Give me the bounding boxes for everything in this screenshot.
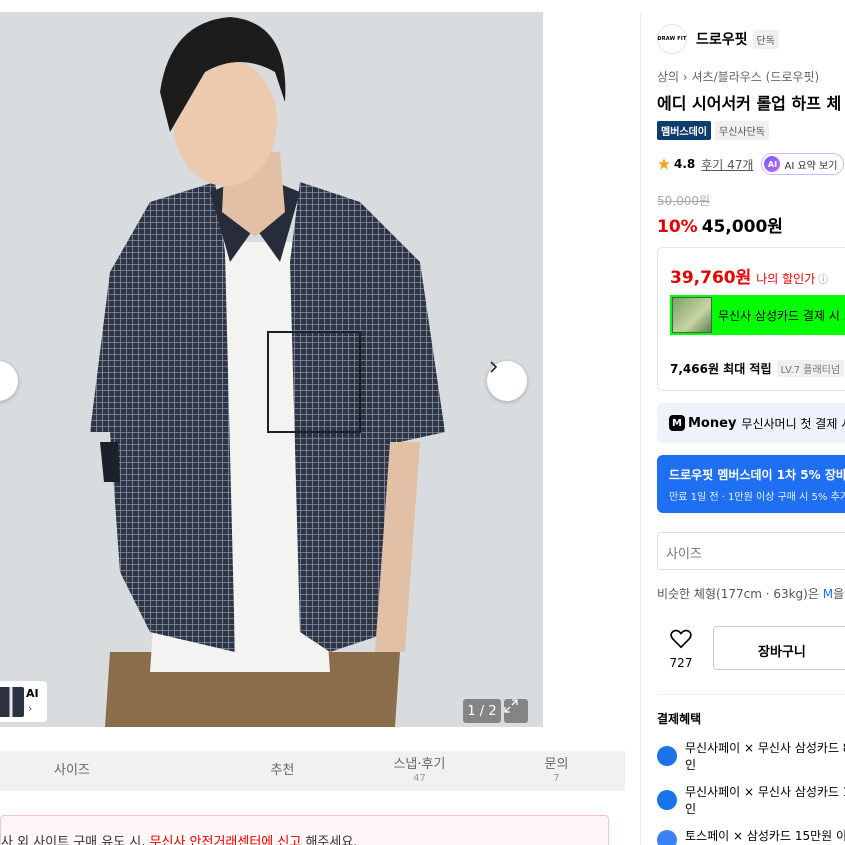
chevron-right-icon [490,361,498,373]
musinsa-money-banner[interactable]: M Money 무신사머니 첫 결제 시 [657,403,845,443]
benefit-line1: 무신사페이 × 무신사 삼성카드 1 [685,785,845,799]
notice-suffix: 해주세요. [301,835,358,845]
max-points: 7,466원 최대 적립 [670,362,772,376]
rating-row: 4.8 후기 47개 AI AI 요약 보기 [657,153,845,175]
safety-notice: 사 외 사이트 구매 유도 시, 무신사 안전거래센터에 신고 해주세요. [0,815,609,845]
ai-summary-label: AI 요약 보기 [784,160,838,172]
card-promo-banner[interactable]: 무신사 삼성카드 결제 시 5 [670,295,845,335]
heart-icon [670,629,692,649]
ai-icon: AI [764,156,781,172]
coupon-title: 드로우핏 멤버스데이 1차 5% 장바 [669,468,845,482]
product-title: 에디 시어서커 롤업 하프 체 [657,94,842,113]
similar-suffix: 을 구 [833,587,845,601]
samsung-card-icon [657,746,677,766]
ai-summary-button[interactable]: AI AI 요약 보기 [761,153,845,175]
rating-score: 4.8 [674,157,696,171]
expand-icon [504,699,518,713]
notice-prefix: 사 외 사이트 구매 유도 시, [1,835,150,845]
benefit-line1: 토스페이 × 삼성카드 15만원 이 [685,829,845,843]
column-divider [640,12,641,845]
like-button[interactable]: 727 [669,629,693,670]
product-info-panel: DRAW FIT 드로우핏 단독 상의 › 셔츠/블라우스 (드로우핏) 에디 … [657,0,845,845]
exclusive-badge: 무신사단독 [715,121,769,140]
my-price-label: 나의 할인가 [756,272,816,286]
brand-name[interactable]: 드로우핏 [696,29,748,49]
sale-price: 45,000원 [701,217,783,237]
chevron-right-icon: › [682,70,692,84]
ai-label: AI [26,687,39,700]
review-count-link[interactable]: 후기 47개 [701,156,753,173]
money-text: 무신사머니 첫 결제 시 [741,416,845,431]
thumbnail-image [0,686,24,717]
payment-benefits-title: 결제혜택 [657,712,702,726]
tab-label: 사이즈 [54,762,90,778]
benefit-line2: 인 [685,758,697,772]
similar-body-recommendation: 비슷한 체형(177cm · 63kg)은 M을 구 [657,585,845,602]
tab-size[interactable]: 사이즈 [0,751,214,791]
size-select[interactable]: 사이즈 [657,532,845,570]
model-photo [90,17,445,727]
points-row: 7,466원 최대 적립 LV.7 플래티넘 [670,360,845,377]
tab-label: 스냅·후기 [393,757,446,773]
my-price-row: 39,760원 나의 할인가 ⓘ [670,263,828,288]
breadcrumb: 상의 › 셔츠/블라우스 (드로우핏) [657,68,819,85]
product-tabs: 사이즈 추천 스냅·후기 47 문의 7 [0,751,625,791]
price-row: 10% 45,000원 [657,212,783,237]
member-level-badge: LV.7 플래티넘 [776,360,845,377]
similar-prefix: 비슷한 체형(177cm · 63kg)은 [657,587,823,601]
benefit-line1: 무신사페이 × 무신사 삼성카드 8 [685,741,845,755]
divider [657,694,845,695]
brand-logo: DRAW FIT [657,24,687,54]
product-badges: 멤버스데이 무신사단독 [657,121,769,140]
coupon-banner[interactable]: 드로우핏 멤버스데이 1차 5% 장바 만료 1일 전 · 1만원 이상 구매 … [657,455,845,513]
money-logo-icon: M [669,415,685,431]
benefit-box: 39,760원 나의 할인가 ⓘ 무신사 삼성카드 결제 시 5 7,466원 … [657,247,845,391]
breadcrumb-level1[interactable]: 상의 [657,70,679,84]
like-count: 727 [669,656,693,670]
tab-reviews[interactable]: 스냅·후기 47 [351,751,488,791]
star-icon [658,158,670,170]
ai-fitting-thumbnail[interactable]: AI › [0,681,47,722]
card-image [672,297,712,333]
membersday-badge: 멤버스데이 [657,121,711,140]
discount-rate: 10% [657,217,698,237]
next-image-button[interactable] [487,361,527,401]
tab-count: 7 [553,772,560,784]
samsung-card-icon [657,790,677,810]
product-image[interactable]: AI › 1 / 2 [0,12,543,727]
image-counter: 1 / 2 [463,699,501,723]
info-icon[interactable]: ⓘ [818,271,828,286]
tab-count: 47 [413,772,426,784]
tab-label: 문의 [544,757,569,773]
add-to-cart-button[interactable]: 장바구니 [713,626,845,670]
tab-inquiry[interactable]: 문의 7 [488,751,625,791]
card-promo-text: 무신사 삼성카드 결제 시 5 [718,308,845,323]
money-word: Money [688,415,737,431]
original-price: 50,000원 [657,194,711,208]
exclusive-tag: 단독 [752,29,779,49]
safety-center-link[interactable]: 무신사 안전거래센터에 신고 [150,835,302,845]
tab-recommend[interactable]: 추천 [214,751,351,791]
recommended-size: M [822,587,834,601]
toss-icon [657,830,677,845]
chevron-right-icon: › [28,702,33,715]
benefit-line2: 인 [685,802,697,816]
brand-row[interactable]: DRAW FIT 드로우핏 단독 [657,24,779,54]
coupon-subtitle: 만료 1일 전 · 1만원 이상 구매 시 5% 추가 [669,492,845,503]
tab-label: 추천 [270,762,295,778]
my-discount-price: 39,760원 [670,268,752,288]
expand-button[interactable] [504,699,528,723]
breadcrumb-level2[interactable]: 셔츠/블라우스 (드로우핏) [692,70,820,84]
